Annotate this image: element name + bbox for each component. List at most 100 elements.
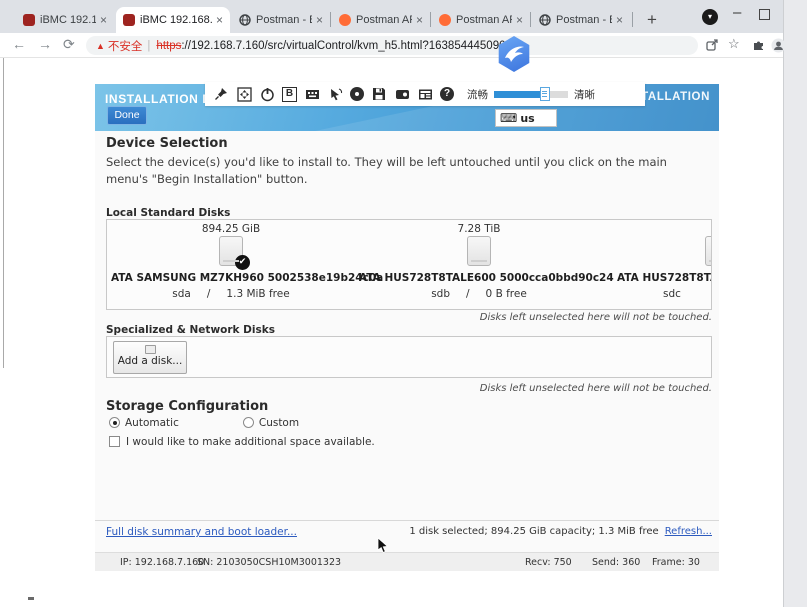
- tab-search-button[interactable]: ▾: [702, 9, 718, 25]
- disk-detail-row: sdb/0 B free: [359, 288, 599, 300]
- mouse-cursor: [377, 538, 389, 559]
- quality-slider-fill: [494, 91, 546, 98]
- back-icon[interactable]: ←: [12, 36, 26, 52]
- disk-free: 0 B free: [486, 288, 527, 300]
- floppy-icon[interactable]: [371, 86, 387, 102]
- device-selection-description: Select the device(s) you'd like to insta…: [106, 154, 707, 188]
- disk-size: 894.25 GiB: [111, 223, 351, 235]
- globe-favicon: [539, 14, 551, 26]
- tab-title: Postman API Platfo: [456, 14, 512, 26]
- profile-avatar[interactable]: [771, 38, 786, 58]
- mouse-icon[interactable]: [327, 86, 343, 102]
- tab-close-icon[interactable]: ×: [516, 14, 523, 26]
- disk-size: 7.28 TiB: [359, 223, 599, 235]
- tab-title: iBMC 192.168.7.16: [140, 14, 212, 26]
- disk-mini-icon: [145, 345, 156, 354]
- specialized-disks-panel: Add a disk...: [106, 336, 712, 378]
- selected-check-icon: ✔: [235, 255, 250, 270]
- reclaim-space-option[interactable]: I would like to make additional space av…: [109, 436, 375, 448]
- keyboard-icon: ⌨: [500, 111, 517, 125]
- keyboard-b-icon[interactable]: B: [282, 87, 297, 102]
- disk-tile-sdc[interactable]: 7 ATA HUS728T8TAL sdc: [612, 220, 712, 310]
- disk-detail-row: sda/1.3 MiB free: [111, 288, 351, 300]
- tab-ibmc-2-active[interactable]: iBMC 192.168.7.16 ×: [116, 7, 230, 33]
- disk-detail-row: sdc: [612, 288, 712, 300]
- quality-slider[interactable]: [494, 91, 568, 98]
- disk-separator: /: [207, 288, 211, 300]
- new-tab-button[interactable]: +: [640, 8, 664, 32]
- fullscreen-icon[interactable]: [236, 86, 252, 102]
- device-selection-heading: Device Selection: [106, 136, 228, 151]
- add-disk-button[interactable]: Add a disk...: [113, 341, 187, 374]
- tab-postman-browse-1[interactable]: Postman - Browse ×: [232, 7, 330, 33]
- radio-unselected-icon[interactable]: [243, 417, 254, 428]
- reload-icon[interactable]: ⟳: [63, 36, 75, 53]
- screenshot-icon[interactable]: [417, 86, 433, 102]
- quality-slider-handle[interactable]: [540, 87, 550, 101]
- screen-record-icon[interactable]: [394, 86, 410, 102]
- unselected-disks-note: Disks left unselected here will not be t…: [106, 312, 712, 323]
- done-button[interactable]: Done: [107, 106, 147, 125]
- tab-postman-api-1[interactable]: Postman API Platfo ×: [332, 7, 430, 33]
- disk-tile-sda[interactable]: 894.25 GiB ✔ ATA SAMSUNG MZ7KH960 500253…: [111, 220, 351, 310]
- url-text: ://192.168.7.160/src/virtualControl/kvm_…: [181, 40, 512, 52]
- tab-close-icon[interactable]: ×: [100, 14, 107, 26]
- status-sn: SN: 2103050CSH10M3001323: [197, 557, 341, 568]
- cdrom-icon[interactable]: [350, 87, 364, 101]
- tab-close-icon[interactable]: ×: [416, 14, 423, 26]
- help-icon[interactable]: ?: [440, 87, 454, 101]
- disk-tile-sdb[interactable]: 7.28 TiB ATA HUS728T8TALE600 5000cca0bbd…: [359, 220, 599, 310]
- postman-favicon: [339, 14, 351, 26]
- power-icon[interactable]: [259, 86, 275, 102]
- status-recv: Recv: 750: [525, 557, 572, 568]
- tab-title: Postman - Browse: [256, 14, 312, 26]
- kvm-toolbar: B ? 流畅 清晰: [205, 82, 645, 106]
- unselected-disks-note-2: Disks left unselected here will not be t…: [106, 383, 712, 394]
- browser-address-bar: ← → ⟳ ▲ 不安全 | https ://192.168.7.160/src…: [0, 33, 783, 58]
- soft-keyboard-icon[interactable]: [304, 86, 320, 102]
- security-warning-icon: ▲: [96, 41, 105, 51]
- share-icon[interactable]: [705, 38, 719, 57]
- bookmark-star-icon[interactable]: ☆: [728, 36, 740, 52]
- status-frame: Frame: 30: [652, 557, 700, 568]
- pin-icon[interactable]: [213, 86, 229, 102]
- disk-summary-link[interactable]: Full disk summary and boot loader...: [106, 526, 297, 538]
- tab-close-icon[interactable]: ×: [616, 14, 623, 26]
- keyboard-layout-indicator[interactable]: ⌨ us: [495, 109, 557, 127]
- selection-summary-text: 1 disk selected; 894.25 GiB capacity; 1.…: [409, 526, 658, 537]
- disk-free: 1.3 MiB free: [226, 288, 289, 300]
- radio-custom[interactable]: Custom: [243, 417, 299, 429]
- tab-close-icon[interactable]: ×: [216, 14, 223, 26]
- tab-postman-api-2[interactable]: Postman API Platfo ×: [432, 7, 530, 33]
- tab-ibmc-1[interactable]: iBMC 192.168.7.16 ×: [16, 7, 114, 33]
- tab-close-icon[interactable]: ×: [316, 14, 323, 26]
- postman-favicon: [439, 14, 451, 26]
- tab-postman-browse-2[interactable]: Postman - Browse ×: [532, 7, 630, 33]
- disk-separator: /: [466, 288, 470, 300]
- status-send: Send: 360: [592, 557, 640, 568]
- radio-automatic[interactable]: Automatic: [109, 417, 179, 429]
- security-warning-label: 不安全: [108, 38, 143, 54]
- url-field[interactable]: ▲ 不安全 | https ://192.168.7.160/src/virtu…: [86, 36, 698, 55]
- url-protocol: https: [156, 40, 181, 52]
- window-maximize-button[interactable]: [759, 9, 770, 20]
- extension-icon[interactable]: [752, 38, 765, 56]
- disk-name: ATA HUS728T8TAL: [612, 272, 712, 284]
- checkbox-icon[interactable]: [109, 436, 120, 447]
- keyboard-layout-label: us: [520, 112, 534, 125]
- forward-icon[interactable]: →: [38, 36, 52, 52]
- hard-drive-icon: [467, 236, 491, 266]
- globe-favicon: [239, 14, 251, 26]
- tab-separator: [530, 12, 531, 27]
- ibmc-favicon: [23, 14, 35, 26]
- tab-separator: [632, 12, 633, 27]
- local-disks-panel: 894.25 GiB ✔ ATA SAMSUNG MZ7KH960 500253…: [106, 219, 712, 310]
- radio-selected-icon[interactable]: [109, 417, 120, 428]
- reclaim-space-label: I would like to make additional space av…: [126, 436, 375, 448]
- refresh-link[interactable]: Refresh...: [665, 526, 712, 537]
- installer-body: Device Selection Select the device(s) yo…: [95, 131, 719, 552]
- hard-drive-icon: ✔: [219, 236, 243, 266]
- browser-tab-bar: iBMC 192.168.7.16 × iBMC 192.168.7.16 × …: [0, 0, 783, 33]
- window-minimize-button[interactable]: –: [733, 4, 741, 21]
- radio-automatic-label: Automatic: [125, 417, 179, 429]
